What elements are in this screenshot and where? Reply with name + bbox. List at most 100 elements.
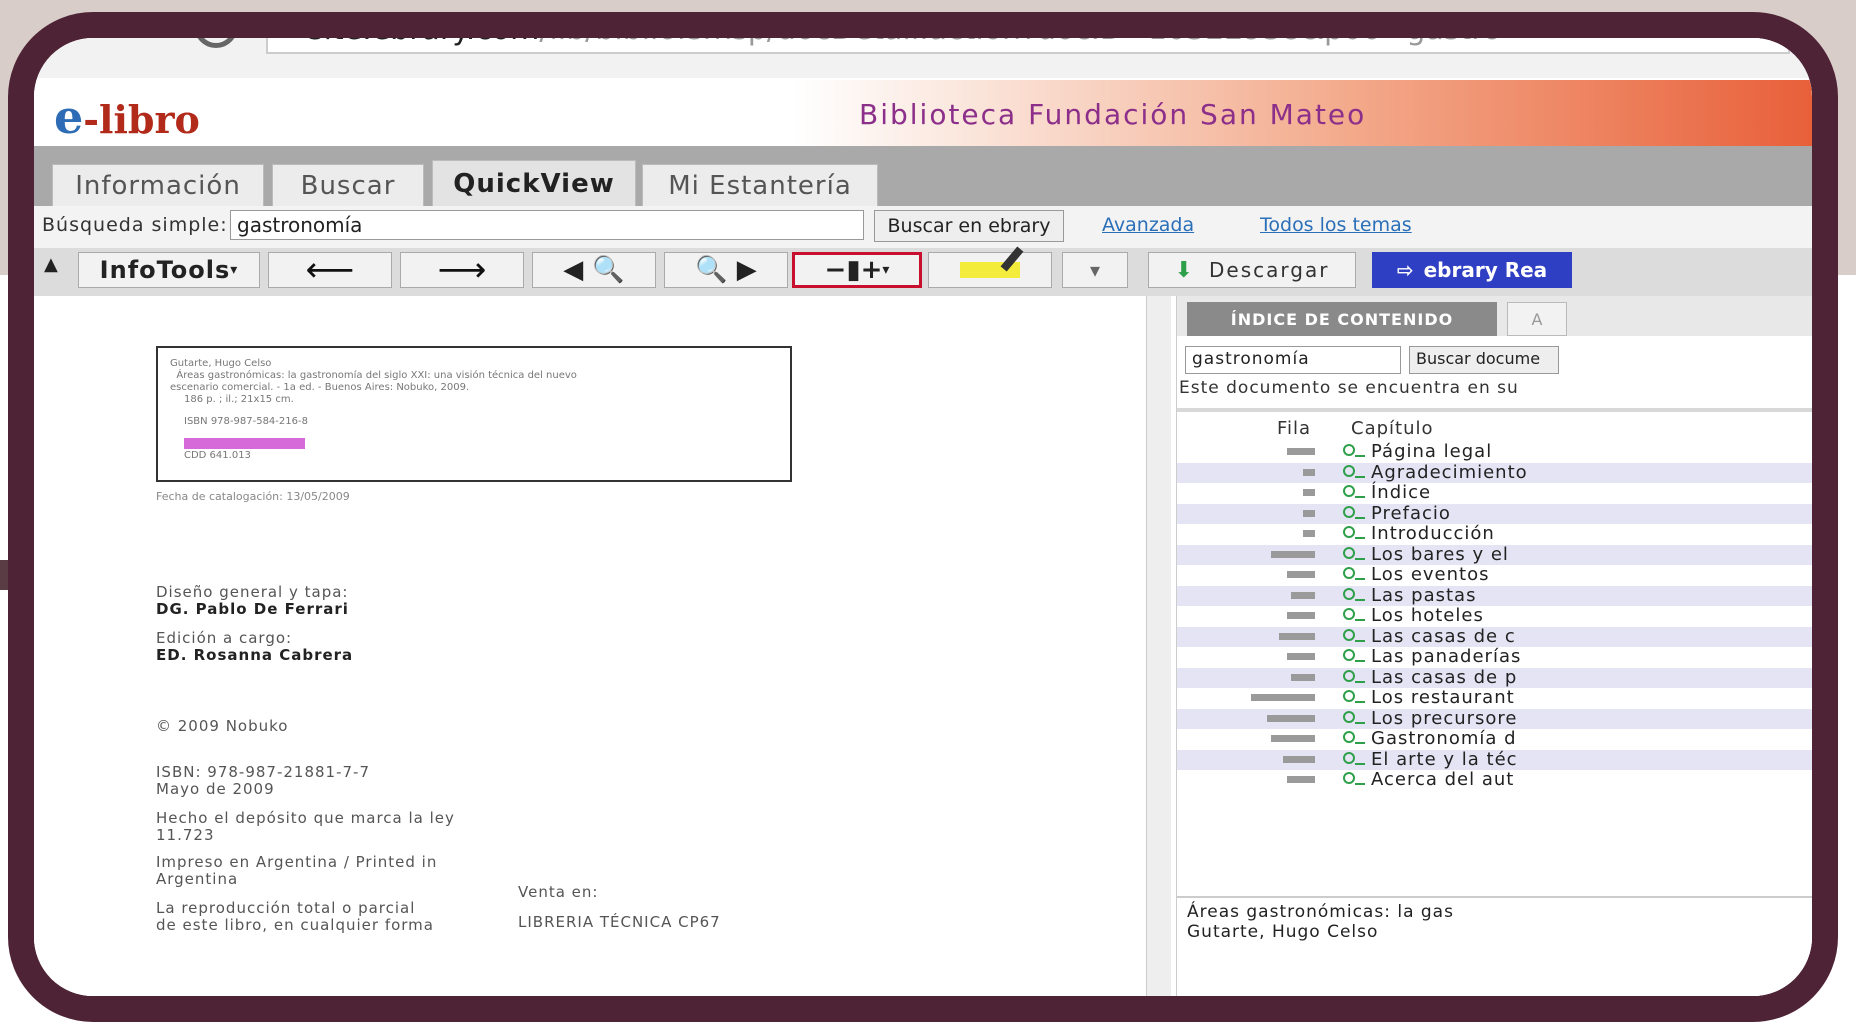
toc-row[interactable]: Introducción: [1177, 524, 1812, 545]
reproduction-line-1: La reproducción total o parcial: [156, 899, 416, 917]
deposit-block: Hecho el depósito que marca la ley 11.72…: [156, 810, 455, 844]
toc-row[interactable]: Los bares y el: [1177, 544, 1812, 565]
printed-line-1: Impreso en Argentina / Printed in: [156, 853, 438, 871]
elibro-logo[interactable]: e-libro: [54, 90, 200, 144]
infotools-button[interactable]: InfoTools ▾: [78, 252, 260, 288]
download-button[interactable]: ⬇ Descargar: [1148, 252, 1356, 288]
search-hit-icon[interactable]: [1343, 628, 1365, 642]
chapter-link[interactable]: Gastronomía d: [1371, 729, 1517, 749]
chapter-link[interactable]: Página legal: [1371, 442, 1492, 462]
chapter-link[interactable]: Los hoteles: [1371, 606, 1484, 626]
tab-buscar[interactable]: Buscar: [272, 164, 424, 206]
chapter-link[interactable]: Los eventos: [1371, 565, 1489, 585]
reload-icon[interactable]: [194, 38, 238, 48]
chapter-link[interactable]: Índice: [1371, 483, 1431, 503]
toc-row[interactable]: Los hoteles: [1177, 606, 1812, 627]
chevron-down-icon: ▾: [1089, 258, 1101, 282]
chapter-link[interactable]: Prefacio: [1371, 503, 1451, 524]
search-hit-icon[interactable]: [1343, 649, 1365, 662]
hit-count-bar: [1287, 612, 1315, 619]
chapter-link[interactable]: Las casas de p: [1371, 667, 1517, 688]
search-hit-icon[interactable]: [1343, 485, 1365, 498]
arrow-left-icon: ⟵: [305, 250, 355, 290]
toc-row[interactable]: Los restaurant: [1177, 688, 1812, 709]
chevron-down-icon: ▾: [230, 262, 239, 278]
document-search-button[interactable]: Buscar docume: [1409, 346, 1559, 374]
chapter-link[interactable]: Los restaurant: [1371, 688, 1515, 708]
search-hit-icon[interactable]: [1343, 669, 1365, 683]
more-button[interactable]: ▾: [1062, 252, 1128, 288]
toc-row[interactable]: Las casas de c: [1177, 626, 1812, 647]
previous-page-button[interactable]: ⟵: [268, 252, 392, 288]
search-input[interactable]: gastronomía: [230, 210, 864, 240]
advanced-search-link[interactable]: Avanzada: [1102, 214, 1194, 236]
next-hit-button[interactable]: 🔍 ▶: [664, 252, 788, 288]
toc-row[interactable]: Gastronomía d: [1177, 729, 1812, 750]
toc-row[interactable]: Las pastas: [1177, 585, 1812, 606]
search-hit-icon[interactable]: [1343, 526, 1365, 539]
table-of-contents: Página legal Agradecimiento Índice Prefacio…: [1177, 442, 1812, 791]
search-hit-icon[interactable]: [1343, 690, 1365, 703]
url-host: site.ebrary.com: [308, 12, 540, 47]
isbn-text: ISBN: 978-987-21881-7-7: [156, 763, 370, 781]
catalog-publisher: escenario comercial. - 1a ed. - Buenos A…: [170, 382, 470, 393]
next-page-button[interactable]: ⟶: [400, 252, 524, 288]
address-bar: site.ebrary.com/lib/bibliofsmsp/docDetai…: [34, 38, 1812, 78]
search-hit-icon[interactable]: [1343, 710, 1365, 724]
chevron-down-icon: ▾: [882, 262, 890, 278]
search-hit-icon[interactable]: [1343, 608, 1365, 621]
library-title: Biblioteca Fundación San Mateo: [859, 98, 1367, 131]
search-hit-icon[interactable]: [1343, 731, 1365, 744]
infotools-label: InfoTools: [99, 256, 231, 284]
simple-search-row: Búsqueda simple: gastronomía Buscar en e…: [34, 206, 1812, 248]
tab-annotations[interactable]: A: [1507, 302, 1567, 336]
chapter-link[interactable]: Las panaderías: [1371, 647, 1521, 667]
zoom-button[interactable]: −▮+ ▾: [792, 252, 922, 288]
previous-hit-button[interactable]: ◀ 🔍: [532, 252, 656, 288]
chapter-link[interactable]: Las casas de c: [1371, 626, 1516, 647]
chapter-link[interactable]: Las pastas: [1371, 585, 1476, 606]
toc-row[interactable]: El arte y la téc: [1177, 749, 1812, 770]
toc-row[interactable]: Índice: [1177, 483, 1812, 504]
chapter-link[interactable]: El arte y la téc: [1371, 749, 1518, 770]
toc-row[interactable]: Las panaderías: [1177, 647, 1812, 668]
ebrary-reader-button[interactable]: ⇨ ebrary Rea: [1372, 252, 1572, 288]
url-field[interactable]: site.ebrary.com/lib/bibliofsmsp/docDetai…: [266, 38, 1790, 54]
search-ebrary-button[interactable]: Buscar en ebrary: [874, 210, 1064, 242]
hit-count-bar: [1287, 571, 1315, 578]
search-hit-icon[interactable]: [1343, 444, 1365, 457]
document-view[interactable]: Gutarte, Hugo Celso Áreas gastronómicas:…: [34, 296, 1146, 996]
document-search-input[interactable]: gastronomía: [1185, 346, 1401, 374]
highlight-button[interactable]: [928, 252, 1052, 288]
tab-indice-de-contenido[interactable]: ÍNDICE DE CONTENIDO: [1187, 302, 1497, 336]
tab-informacion[interactable]: Información: [52, 164, 264, 206]
toc-row[interactable]: Agradecimiento: [1177, 462, 1812, 483]
main-tabs: Información Buscar QuickView Mi Estanter…: [34, 146, 1812, 206]
chapter-link[interactable]: Acerca del aut: [1371, 770, 1514, 790]
toc-row[interactable]: Acerca del aut: [1177, 770, 1812, 791]
chapter-link[interactable]: Los bares y el: [1371, 544, 1509, 565]
search-hit-icon[interactable]: [1343, 587, 1365, 601]
toc-row[interactable]: Los precursore: [1177, 708, 1812, 729]
document-scrollbar[interactable]: [1146, 296, 1171, 996]
hit-count-bar: [1283, 755, 1315, 763]
search-hit-icon[interactable]: [1343, 546, 1365, 560]
tab-mi-estanteria[interactable]: Mi Estantería: [642, 164, 878, 206]
reader-label: ebrary Rea: [1423, 258, 1548, 282]
search-hit-icon[interactable]: [1343, 464, 1365, 478]
chapter-link[interactable]: Introducción: [1371, 524, 1495, 544]
hit-count-bar: [1267, 714, 1315, 722]
search-hit-icon[interactable]: [1343, 772, 1365, 785]
collapse-up-icon[interactable]: ▲: [44, 254, 58, 275]
all-topics-link[interactable]: Todos los temas: [1260, 214, 1412, 236]
chapter-link[interactable]: Los precursore: [1371, 708, 1518, 729]
tab-quickview[interactable]: QuickView: [432, 160, 636, 206]
toc-row[interactable]: Página legal: [1177, 442, 1812, 463]
toc-row[interactable]: Los eventos: [1177, 565, 1812, 586]
toc-row[interactable]: Las casas de p: [1177, 667, 1812, 688]
search-hit-icon[interactable]: [1343, 505, 1365, 519]
chapter-link[interactable]: Agradecimiento: [1371, 462, 1528, 483]
search-hit-icon[interactable]: [1343, 751, 1365, 765]
search-hit-icon[interactable]: [1343, 567, 1365, 580]
toc-row[interactable]: Prefacio: [1177, 503, 1812, 524]
